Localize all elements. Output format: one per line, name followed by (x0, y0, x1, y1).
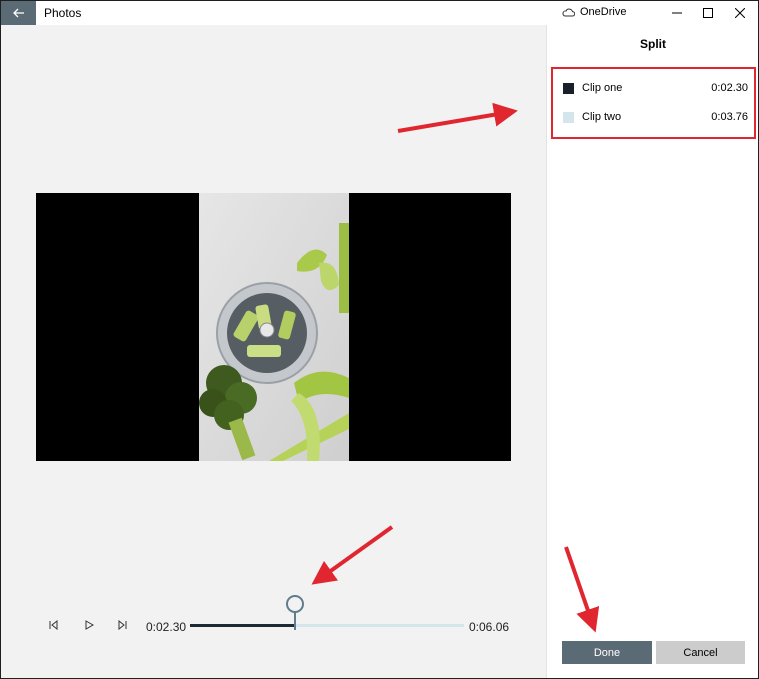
maximize-button[interactable] (693, 1, 723, 25)
current-time: 0:02.30 (146, 620, 187, 634)
clip-color-swatch (563, 111, 574, 123)
done-button[interactable]: Done (562, 641, 652, 664)
next-frame-icon (118, 620, 127, 630)
minimize-button[interactable] (662, 1, 692, 25)
maximize-icon (703, 8, 713, 18)
minimize-icon (672, 12, 682, 14)
title-bar: Photos OneDrive (1, 1, 758, 25)
panel-title: Split (640, 37, 666, 51)
close-icon (735, 8, 745, 18)
total-time: 0:06.06 (469, 620, 510, 634)
clip-item-one[interactable]: Clip one 0:02.30 (553, 78, 754, 98)
back-button[interactable] (1, 1, 36, 25)
clip-name: Clip two (582, 111, 622, 123)
back-arrow-icon (12, 8, 24, 18)
clip-item-two[interactable]: Clip two 0:03.76 (553, 107, 754, 127)
onedrive-button[interactable]: OneDrive (562, 6, 626, 18)
close-button[interactable] (725, 1, 755, 25)
play-button[interactable] (81, 617, 97, 633)
next-frame-button[interactable] (115, 617, 131, 633)
split-marker-stem[interactable] (294, 611, 296, 630)
split-panel: Split Clip one 0:02.30 Clip two 0:03.76 … (546, 25, 758, 678)
clip-color-swatch (563, 82, 574, 94)
timeline-remaining[interactable] (296, 624, 464, 627)
onedrive-label: OneDrive (580, 6, 627, 18)
previous-frame-button[interactable] (45, 617, 61, 633)
clip-name: Clip one (582, 82, 623, 94)
video-preview[interactable] (36, 193, 511, 461)
video-frame-image (199, 193, 349, 461)
app-title: Photos (44, 6, 82, 20)
previous-frame-icon (49, 620, 58, 630)
photos-window: Photos OneDrive 0:02.30 0:06.06 Split Cl… (1, 1, 758, 678)
split-handle[interactable] (286, 595, 304, 613)
cancel-button[interactable]: Cancel (656, 641, 745, 664)
clip-list: Clip one 0:02.30 Clip two 0:03.76 (551, 67, 756, 139)
clip-duration: 0:03.76 (711, 111, 748, 123)
clip-duration: 0:02.30 (711, 82, 748, 94)
timeline-played[interactable] (190, 624, 294, 627)
cloud-icon (562, 8, 575, 16)
play-icon (85, 620, 94, 630)
